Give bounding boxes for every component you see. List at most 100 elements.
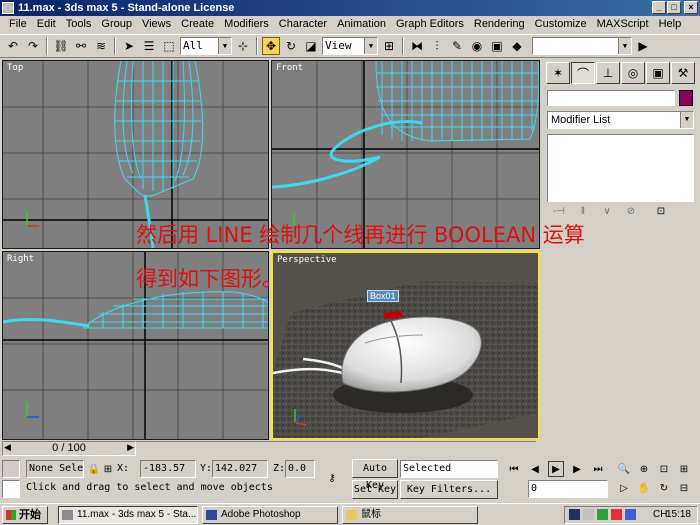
- pan-icon[interactable]: ✋: [636, 480, 652, 496]
- antivirus-icon[interactable]: [611, 509, 622, 520]
- pin-stack-icon[interactable]: -⊣: [550, 206, 568, 220]
- task-photoshop[interactable]: Adobe Photoshop: [202, 506, 338, 524]
- set-key-button[interactable]: Set Key: [352, 480, 398, 499]
- key-icon[interactable]: ⚷: [318, 470, 346, 486]
- x-coordinate-field[interactable]: -183.57: [140, 460, 196, 478]
- menu-create[interactable]: Create: [176, 16, 219, 33]
- volume-icon[interactable]: [583, 509, 594, 520]
- chevron-down-icon: ▼: [364, 38, 377, 54]
- reference-coordinate-dropdown[interactable]: View ▼: [322, 37, 378, 55]
- main-toolbar: ↶ ↷ ⛓ ⚯ ≋ ➤ ☰ ⬚ All ▼ ⊹ ✥ ↻ ◪ View ▼ ⊞ ⧓…: [0, 34, 700, 58]
- render-scene-icon[interactable]: ▣: [488, 37, 506, 55]
- object-color-swatch[interactable]: [679, 90, 693, 106]
- y-coordinate-field[interactable]: 142.027: [212, 460, 268, 478]
- maxscript-listener-icon[interactable]: [2, 460, 20, 478]
- go-to-start-icon[interactable]: ⏮: [506, 461, 522, 477]
- track-bar[interactable]: [136, 441, 536, 456]
- current-frame-field[interactable]: 0: [528, 480, 608, 498]
- viewport-label-right[interactable]: Right: [7, 254, 34, 264]
- select-and-scale-icon[interactable]: ◪: [302, 37, 320, 55]
- window-crossing-icon[interactable]: ⊹: [234, 37, 252, 55]
- next-key-icon[interactable]: ▶: [569, 461, 585, 477]
- play-icon[interactable]: ▶: [548, 461, 564, 477]
- viewport-label-front[interactable]: Front: [276, 63, 303, 73]
- network-icon[interactable]: [597, 509, 608, 520]
- menu-file[interactable]: File: [4, 16, 32, 33]
- material-editor-icon[interactable]: ◉: [468, 37, 486, 55]
- menu-rendering[interactable]: Rendering: [469, 16, 530, 33]
- selection-filter-dropdown[interactable]: All ▼: [180, 37, 232, 55]
- select-and-move-icon[interactable]: ✥: [262, 37, 280, 55]
- quick-render-icon[interactable]: ◆: [508, 37, 526, 55]
- named-selection-icon[interactable]: ✎: [448, 37, 466, 55]
- maximize-viewport-icon[interactable]: ⊟: [676, 480, 692, 496]
- auto-key-button[interactable]: Auto Key: [352, 459, 398, 491]
- minimize-button[interactable]: _: [652, 1, 666, 14]
- menu-views[interactable]: Views: [137, 16, 176, 33]
- previous-frame-icon[interactable]: ◀: [527, 461, 543, 477]
- next-frame-icon[interactable]: ▶: [127, 441, 134, 456]
- render-type-dropdown[interactable]: ▼: [532, 37, 632, 55]
- selection-region-icon[interactable]: ⬚: [160, 37, 178, 55]
- display-tab-icon[interactable]: ▣: [646, 62, 670, 84]
- menu-animation[interactable]: Animation: [332, 16, 391, 33]
- bind-space-warp-icon[interactable]: ≋: [92, 37, 110, 55]
- menu-tools[interactable]: Tools: [61, 16, 97, 33]
- zoom-extents-all-icon[interactable]: ⊞: [676, 461, 692, 477]
- menu-help[interactable]: Help: [654, 16, 687, 33]
- redo-icon[interactable]: ↷: [24, 37, 42, 55]
- menu-graph-editors[interactable]: Graph Editors: [391, 16, 469, 33]
- align-icon[interactable]: ⫶: [428, 37, 446, 55]
- render-last-icon[interactable]: ▶: [634, 37, 652, 55]
- show-end-result-icon[interactable]: ‖: [574, 206, 592, 220]
- key-filters-button[interactable]: Key Filters...: [400, 480, 498, 499]
- menu-modifiers[interactable]: Modifiers: [219, 16, 274, 33]
- prev-frame-icon[interactable]: ◀: [4, 441, 11, 456]
- select-and-link-icon[interactable]: ⛓: [52, 37, 70, 55]
- motion-tab-icon[interactable]: ◎: [621, 62, 645, 84]
- tray-app-icon[interactable]: [569, 509, 580, 520]
- utilities-tab-icon[interactable]: ⚒: [671, 62, 695, 84]
- field-of-view-icon[interactable]: ▷: [616, 480, 632, 496]
- maximize-button[interactable]: □: [667, 1, 681, 14]
- menu-maxscript[interactable]: MAXScript: [592, 16, 654, 33]
- select-object-icon[interactable]: ➤: [120, 37, 138, 55]
- input-method-icon[interactable]: [625, 509, 636, 520]
- mirror-icon[interactable]: ⧓: [408, 37, 426, 55]
- modifier-list-dropdown[interactable]: Modifier List ▼: [547, 111, 694, 129]
- task-folder[interactable]: 鼠标: [342, 506, 478, 524]
- zoom-icon[interactable]: 🔍: [616, 461, 632, 477]
- viewport-label-top[interactable]: Top: [7, 63, 23, 73]
- viewport-label-perspective[interactable]: Perspective: [277, 255, 337, 265]
- unlink-icon[interactable]: ⚯: [72, 37, 90, 55]
- viewport-perspective[interactable]: Perspective Box01: [271, 251, 540, 440]
- undo-icon[interactable]: ↶: [4, 37, 22, 55]
- zoom-all-icon[interactable]: ⊕: [636, 461, 652, 477]
- object-name-field[interactable]: [547, 90, 675, 106]
- zoom-extents-icon[interactable]: ⊡: [656, 461, 672, 477]
- make-unique-icon[interactable]: ∨: [598, 206, 616, 220]
- app-icon[interactable]: [2, 2, 14, 14]
- hierarchy-tab-icon[interactable]: ⊥: [596, 62, 620, 84]
- menu-character[interactable]: Character: [274, 16, 332, 33]
- z-coordinate-field[interactable]: 0.0: [285, 460, 315, 478]
- mini-listener-field[interactable]: [2, 480, 20, 498]
- create-tab-icon[interactable]: ✶: [546, 62, 570, 84]
- start-button[interactable]: 开始: [2, 506, 48, 524]
- close-button[interactable]: ×: [684, 1, 698, 14]
- key-mode-dropdown[interactable]: Selected: [400, 460, 498, 478]
- configure-modifier-sets-icon[interactable]: ⊡: [652, 206, 670, 220]
- menu-group[interactable]: Group: [96, 16, 137, 33]
- absolute-mode-icon[interactable]: ⊞: [100, 461, 116, 477]
- menu-customize[interactable]: Customize: [530, 16, 592, 33]
- pivot-center-icon[interactable]: ⊞: [380, 37, 398, 55]
- select-and-rotate-icon[interactable]: ↻: [282, 37, 300, 55]
- select-by-name-icon[interactable]: ☰: [140, 37, 158, 55]
- task-3dsmax[interactable]: 11.max - 3ds max 5 - Sta...: [58, 506, 198, 524]
- modifier-stack[interactable]: [547, 134, 694, 202]
- arc-rotate-icon[interactable]: ↻: [656, 480, 672, 496]
- remove-modifier-icon[interactable]: ⊘: [622, 206, 640, 220]
- menu-edit[interactable]: Edit: [32, 16, 61, 33]
- go-to-end-icon[interactable]: ⏭: [590, 461, 606, 477]
- modify-tab-icon[interactable]: ⌒: [571, 62, 595, 84]
